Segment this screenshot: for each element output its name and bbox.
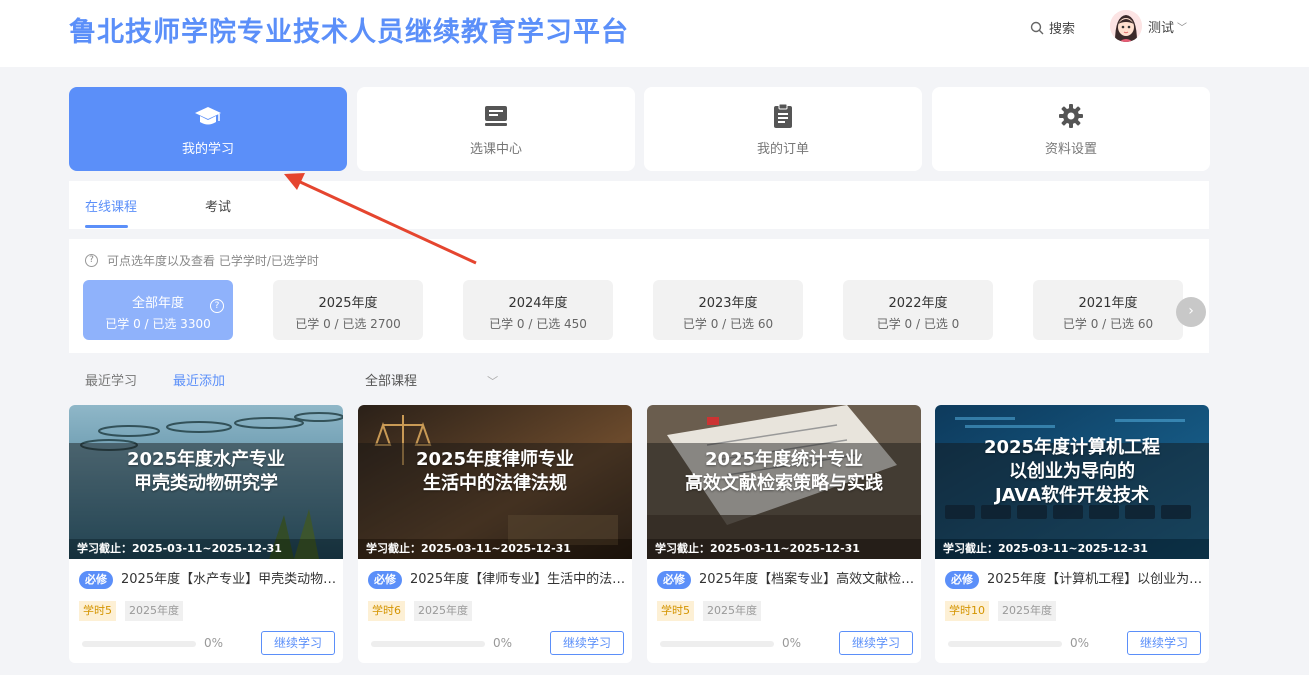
course-card[interactable]: 2025年度计算机工程 以创业为导向的 JAVA软件开发技术 学习截止：2025…: [935, 405, 1209, 663]
progress-percent: 0%: [1070, 636, 1090, 650]
progress-percent: 0%: [493, 636, 513, 650]
course-deadline: 学习截止：2025-03-11~2025-12-31: [358, 539, 632, 559]
year-card-2022[interactable]: 2022年度 已学 0 / 已选 0: [843, 280, 993, 340]
progress-bar: [82, 641, 196, 647]
year-label: 2021年度: [1078, 296, 1138, 311]
course-cover: 2025年度水产专业 甲壳类动物研究学 学习截止：2025-03-11~2025…: [69, 405, 343, 559]
search-button[interactable]: 搜索: [1030, 18, 1075, 37]
tab-online-courses[interactable]: 在线课程: [85, 196, 137, 215]
course-tabs: 在线课程 考试: [69, 181, 1209, 229]
course-card[interactable]: 2025年度水产专业 甲壳类动物研究学 学习截止：2025-03-11~2025…: [69, 405, 343, 663]
chevron-down-icon: ﹀: [487, 375, 499, 388]
year-hint-text: 可点选年度以及查看 已学学时/已选学时: [107, 254, 319, 268]
year-card-2024[interactable]: 2024年度 已学 0 / 已选 450: [463, 280, 613, 340]
required-badge: 必修: [368, 571, 402, 589]
year-hint: ? 可点选年度以及查看 已学学时/已选学时: [85, 252, 319, 269]
progress-percent: 0%: [204, 636, 224, 650]
nav-label: 资料设置: [1044, 141, 1097, 157]
nav-label: 选课中心: [469, 141, 522, 157]
required-badge: 必修: [657, 571, 691, 589]
year-card-2025[interactable]: 2025年度 已学 0 / 已选 2700: [273, 280, 423, 340]
course-book-icon: [483, 102, 509, 130]
course-card[interactable]: 2025年度统计专业 高效文献检索策略与实践 学习截止：2025-03-11~2…: [647, 405, 921, 663]
hours-tag: 学时5: [79, 601, 116, 621]
year-label: 2022年度: [888, 296, 948, 311]
year-stats: 已学 0 / 已选 2700: [295, 317, 401, 331]
required-badge: 必修: [945, 571, 979, 589]
required-badge: 必修: [79, 571, 113, 589]
progress-bar: [371, 641, 485, 647]
progress-bar: [948, 641, 1062, 647]
cover-title: 2025年度律师专业 生活中的法律法规: [415, 449, 575, 494]
chevron-right-icon[interactable]: ›: [1176, 297, 1206, 327]
year-tag: 2025年度: [125, 601, 183, 621]
continue-learning-button[interactable]: 继续学习: [550, 631, 624, 655]
year-label: 2023年度: [698, 296, 758, 311]
nav-my-orders[interactable]: 我的订单: [644, 87, 922, 171]
course-deadline: 学习截止：2025-03-11~2025-12-31: [69, 539, 343, 559]
continue-learning-button[interactable]: 继续学习: [1127, 631, 1201, 655]
course-title[interactable]: 2025年度【档案专业】高效文献检索策略与实践: [699, 571, 915, 589]
gear-icon: [1058, 102, 1084, 130]
course-card[interactable]: 2025年度律师专业 生活中的法律法规 学习截止：2025-03-11~2025…: [358, 405, 632, 663]
nav-profile-settings[interactable]: 资料设置: [932, 87, 1210, 171]
chevron-down-icon: ﹀: [1177, 22, 1188, 34]
year-stats: 已学 0 / 已选 3300: [105, 317, 211, 331]
continue-learning-button[interactable]: 继续学习: [261, 631, 335, 655]
course-deadline: 学习截止：2025-03-11~2025-12-31: [935, 539, 1209, 559]
course-cover: 2025年度计算机工程 以创业为导向的 JAVA软件开发技术 学习截止：2025…: [935, 405, 1209, 559]
progress-percent: 0%: [782, 636, 802, 650]
filter-recent-added[interactable]: 最近添加: [173, 370, 225, 389]
avatar: [1110, 10, 1142, 42]
year-tag: 2025年度: [998, 601, 1056, 621]
help-icon[interactable]: ?: [210, 299, 224, 313]
year-card-all[interactable]: 全部年度 已学 0 / 已选 3300 ?: [83, 280, 233, 340]
year-label: 2025年度: [318, 296, 378, 311]
nav-my-learning[interactable]: 我的学习: [69, 87, 347, 171]
course-deadline: 学习截止：2025-03-11~2025-12-31: [647, 539, 921, 559]
nav-course-center[interactable]: 选课中心: [357, 87, 635, 171]
nav-label: 我的学习: [181, 141, 234, 157]
year-stats: 已学 0 / 已选 60: [682, 317, 774, 331]
help-icon: ?: [85, 254, 98, 267]
user-name: 测试: [1148, 20, 1175, 36]
hours-tag: 学时10: [945, 601, 989, 621]
active-tab-indicator: [85, 225, 128, 228]
year-stats: 已学 0 / 已选 0: [876, 317, 960, 331]
course-title[interactable]: 2025年度【律师专业】生活中的法律法规: [410, 571, 626, 589]
clipboard-icon: [772, 102, 794, 130]
year-stats: 已学 0 / 已选 60: [1062, 317, 1154, 331]
continue-learning-button[interactable]: 继续学习: [839, 631, 913, 655]
nav-label: 我的订单: [756, 141, 809, 157]
top-header: 鲁北技师学院专业技术人员继续教育学习平台 搜索 测试 ﹀: [0, 0, 1309, 67]
user-menu[interactable]: 测试 ﹀: [1110, 10, 1187, 42]
course-title[interactable]: 2025年度【水产专业】甲壳类动物研究学: [121, 571, 337, 589]
course-type-select[interactable]: 全部课程 ﹀: [365, 370, 498, 389]
hours-tag: 学时6: [368, 601, 405, 621]
year-stats: 已学 0 / 已选 450: [489, 317, 587, 331]
progress-bar: [660, 641, 774, 647]
year-tag: 2025年度: [414, 601, 472, 621]
filter-recent-study[interactable]: 最近学习: [85, 370, 137, 389]
search-icon: [1030, 21, 1044, 34]
year-card-2021[interactable]: 2021年度 已学 0 / 已选 60: [1033, 280, 1183, 340]
year-panel: ? 可点选年度以及查看 已学学时/已选学时 全部年度 已学 0 / 已选 330…: [69, 239, 1209, 353]
course-cover: 2025年度统计专业 高效文献检索策略与实践 学习截止：2025-03-11~2…: [647, 405, 921, 559]
year-card-2023[interactable]: 2023年度 已学 0 / 已选 60: [653, 280, 803, 340]
hours-tag: 学时5: [657, 601, 694, 621]
year-tag: 2025年度: [703, 601, 761, 621]
cover-title: 2025年度水产专业 甲壳类动物研究学: [126, 449, 286, 494]
cover-title: 2025年度统计专业 高效文献检索策略与实践: [685, 449, 883, 494]
course-cover: 2025年度律师专业 生活中的法律法规 学习截止：2025-03-11~2025…: [358, 405, 632, 559]
search-label: 搜索: [1049, 22, 1076, 37]
year-label: 2024年度: [508, 296, 568, 311]
cover-title: 2025年度计算机工程 以创业为导向的 JAVA软件开发技术: [983, 437, 1161, 506]
tab-exams[interactable]: 考试: [205, 196, 231, 215]
course-title[interactable]: 2025年度【计算机工程】以创业为导向的JAVA软件开发技术: [987, 571, 1203, 589]
graduation-cap-icon: [194, 102, 222, 130]
site-title: 鲁北技师学院专业技术人员继续教育学习平台: [69, 17, 629, 48]
course-type-value: 全部课程: [365, 374, 418, 389]
